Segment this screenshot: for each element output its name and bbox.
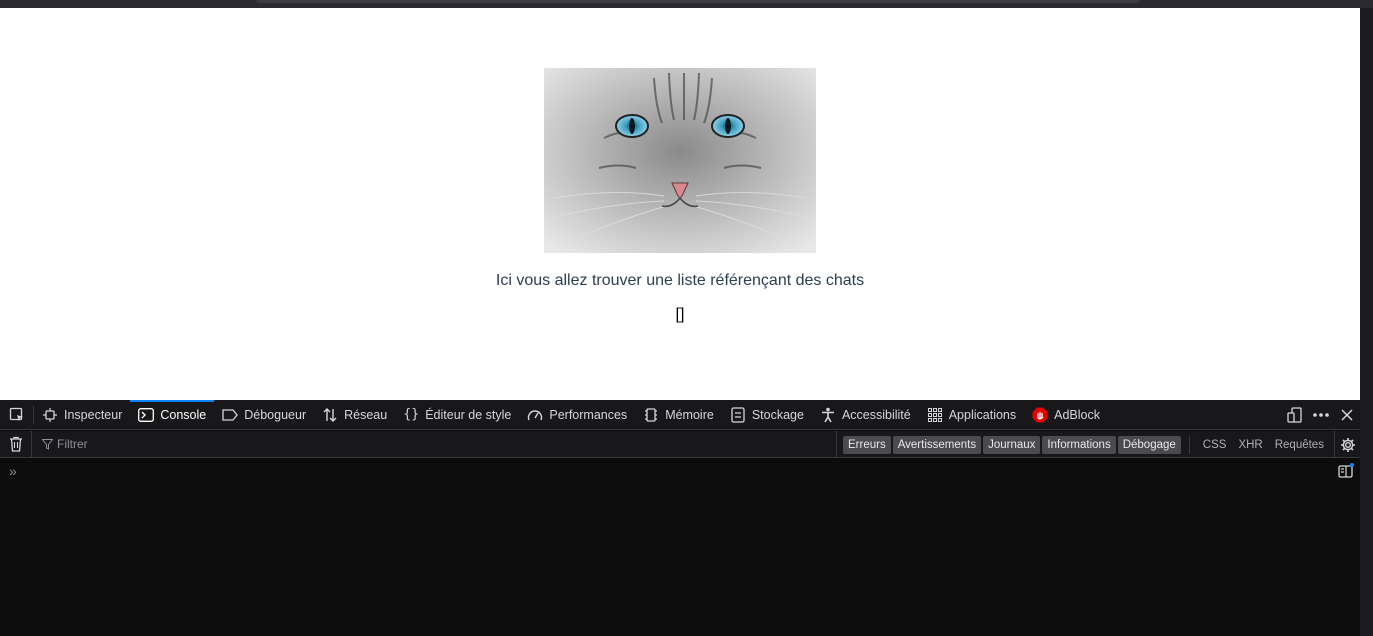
tab-network[interactable]: Réseau [314,400,395,430]
close-icon [1341,409,1353,421]
vertical-scrollbar-track [1360,8,1373,636]
tab-label: Accessibilité [841,407,911,422]
performance-icon [527,407,543,423]
tab-accessibility[interactable]: Accessibilité [812,400,919,430]
page-description: Ici vous allez trouver une liste référen… [495,272,865,289]
more-options-button[interactable] [1308,400,1334,430]
tab-adblock[interactable]: AdBlock [1024,400,1108,430]
horizontal-scrollbar[interactable] [256,0,1140,3]
trash-icon [9,436,22,452]
tab-memory[interactable]: Mémoire [635,400,722,430]
console-sidebar-toggle-button[interactable] [1338,463,1354,479]
gear-icon [1340,437,1355,452]
tab-label: Applications [948,407,1017,422]
tab-label: Réseau [344,407,388,422]
filter-requests-button[interactable]: Requêtes [1270,437,1329,453]
cat-list-output: [] [675,306,685,323]
filter-warnings-button[interactable]: Avertissements [892,435,982,454]
tab-storage[interactable]: Stockage [722,400,812,430]
split-panel-icon [1338,463,1354,478]
storage-icon [730,406,746,423]
tab-label: Débogueur [244,407,307,422]
tab-performance[interactable]: Performances [519,400,635,430]
tab-label: Mémoire [665,407,714,422]
filter-icon [42,438,53,450]
element-picker-icon [9,407,23,421]
tab-label: Performances [549,407,628,422]
adblock-icon [1032,407,1048,423]
close-devtools-button[interactable] [1334,400,1360,430]
filter-errors-button[interactable]: Erreurs [843,435,891,454]
responsive-design-button[interactable] [1282,400,1308,430]
style-editor-icon: {} [403,407,420,422]
tab-applications[interactable]: Applications [919,400,1024,430]
page-viewport: Ici vous allez trouver une liste référen… [0,8,1360,400]
console-filter-input[interactable]: Filtrer [42,437,822,451]
console-prompt[interactable]: » [9,463,17,479]
tab-debugger[interactable]: Débogueur [214,400,314,430]
applications-icon [927,407,943,423]
console-level-filters: Erreurs Avertissements Journaux Informat… [836,431,1331,458]
clear-console-button[interactable] [0,430,32,458]
element-picker-button[interactable] [0,405,34,424]
tab-inspector[interactable]: Inspecteur [34,400,130,430]
inspector-icon [42,407,58,423]
devtools-panel: Inspecteur Console Débogueur Réseau {} É… [0,399,1360,636]
tab-console[interactable]: Console [130,399,215,430]
tab-style-editor[interactable]: {} Éditeur de style [395,400,519,430]
filter-xhr-button[interactable]: XHR [1233,437,1267,453]
filter-debug-button[interactable]: Débogage [1117,435,1181,454]
filter-logs-button[interactable]: Journaux [983,435,1041,454]
debugger-icon [222,407,239,423]
devtools-tab-bar: Inspecteur Console Débogueur Réseau {} É… [0,399,1360,430]
tab-label: Inspecteur [64,407,123,422]
console-output[interactable]: » [0,459,1360,636]
toolbar-divider [1188,435,1190,454]
network-icon [322,407,338,423]
more-options-icon [1313,413,1329,417]
tab-label: Éditeur de style [425,407,512,422]
devtools-window-controls [1282,400,1360,430]
accessibility-icon [820,407,836,423]
filter-info-button[interactable]: Informations [1042,435,1116,454]
filter-placeholder: Filtrer [57,437,88,451]
console-settings-button[interactable] [1334,431,1360,458]
console-icon [138,407,155,423]
tab-label: Stockage [751,407,804,422]
filter-css-button[interactable]: CSS [1198,437,1232,453]
browser-top-bar [0,0,1373,8]
cat-photo [544,68,816,253]
tab-label: AdBlock [1054,407,1100,422]
responsive-design-icon [1287,407,1302,423]
console-toolbar: Filtrer Erreurs Avertissements Journaux … [0,430,1360,458]
memory-icon [643,407,659,423]
tab-label: Console [160,407,207,422]
